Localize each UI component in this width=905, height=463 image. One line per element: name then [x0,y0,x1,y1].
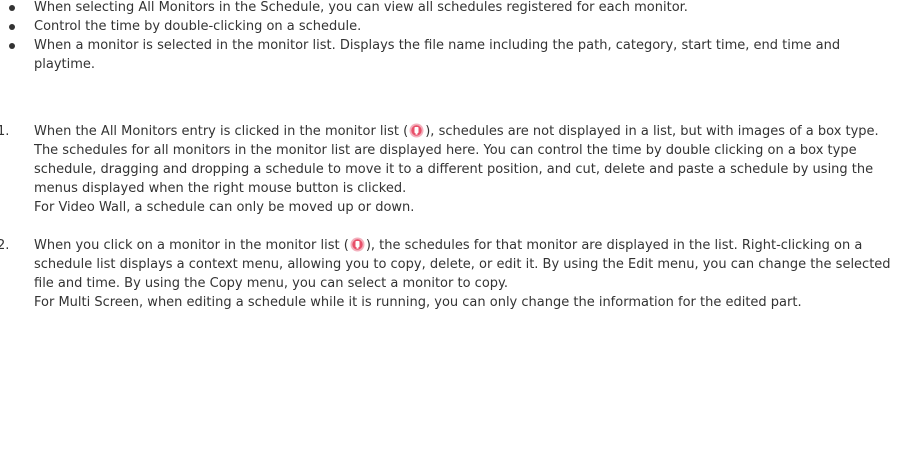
step-item: 1. When the All Monitors entry is clicke… [0,122,904,217]
step-note: For Video Wall, a schedule can only be m… [34,200,415,215]
bullet-item: When selecting All Monitors in the Sched… [0,0,854,17]
step-description: When the All Monitors entry is clicked i… [34,122,904,198]
step-number: 2. [0,238,10,253]
bullet-item: When a monitor is selected in the monito… [0,36,854,74]
step-item: 2. When you click on a monitor in the mo… [0,236,904,312]
bullet-item: Control the time by double-clicking on a… [0,17,854,36]
callout-marker-icon [350,237,365,252]
step-note: For Multi Screen, when editing a schedul… [34,295,802,310]
numbered-step-list: 1. When the All Monitors entry is clicke… [0,122,905,312]
step-description: When you click on a monitor in the monit… [34,236,904,293]
callout-marker-icon [409,123,424,138]
step-number: 1. [0,124,10,139]
step-text-before: When the All Monitors entry is clicked i… [34,124,409,139]
step-text-before: When you click on a monitor in the monit… [34,238,349,253]
feature-bullet-list: When selecting All Monitors in the Sched… [0,0,905,74]
